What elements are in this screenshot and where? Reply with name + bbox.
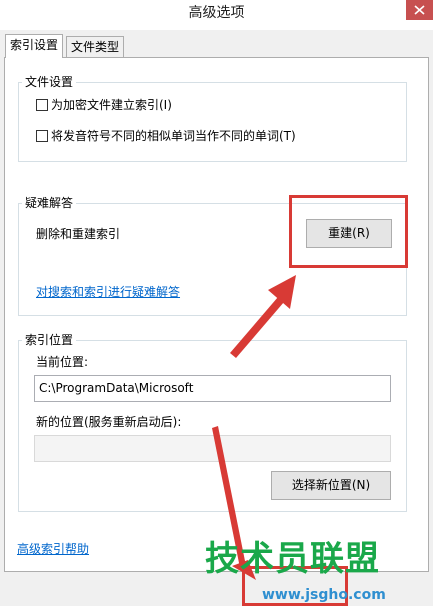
annotation-arrows xyxy=(212,275,296,580)
watermark-brand: 技术员联盟 xyxy=(205,539,380,579)
arrow-up-icon xyxy=(230,275,296,358)
tab-index-settings[interactable]: 索引设置 xyxy=(5,34,64,58)
watermark-url: www.jsgho.com xyxy=(262,587,386,603)
